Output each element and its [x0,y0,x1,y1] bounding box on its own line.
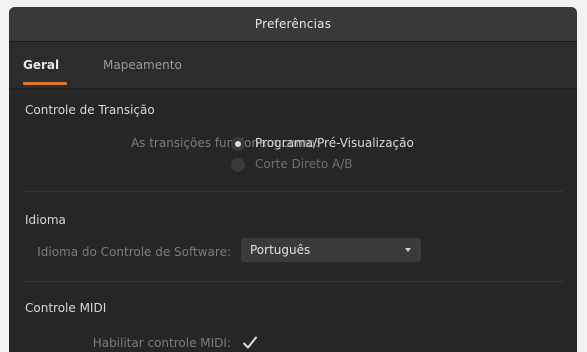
tab-bar: Geral Mapeamento [9,42,577,89]
radio-program-preview-label[interactable]: Programa/Pré-Visualização [255,136,414,150]
transition-section-title: Controle de Transição [25,103,155,117]
language-dropdown[interactable]: Português [241,238,421,262]
radio-ab-direct[interactable] [231,158,245,172]
section-divider [23,191,563,192]
radio-ab-direct-label[interactable]: Corte Direto A/B [255,157,353,171]
language-label: Idioma do Controle de Software: [37,245,231,259]
radio-program-preview[interactable] [231,137,245,151]
chevron-down-icon [405,248,411,252]
section-divider [23,281,563,282]
midi-enable-checkbox[interactable] [241,334,259,352]
tab-general[interactable]: Geral [23,58,59,72]
tab-mapping[interactable]: Mapeamento [103,58,182,72]
language-dropdown-value: Português [250,243,311,257]
title-bar: Preferências [9,7,577,42]
active-tab-indicator [23,82,67,85]
checkmark-icon [243,336,257,349]
midi-enable-label: Habilitar controle MIDI: [92,336,231,350]
language-section-title: Idioma [25,213,66,227]
window-title: Preferências [254,17,332,31]
midi-section-title: Controle MIDI [25,301,107,315]
preferences-window: Preferências Geral Mapeamento Controle d… [9,7,577,352]
